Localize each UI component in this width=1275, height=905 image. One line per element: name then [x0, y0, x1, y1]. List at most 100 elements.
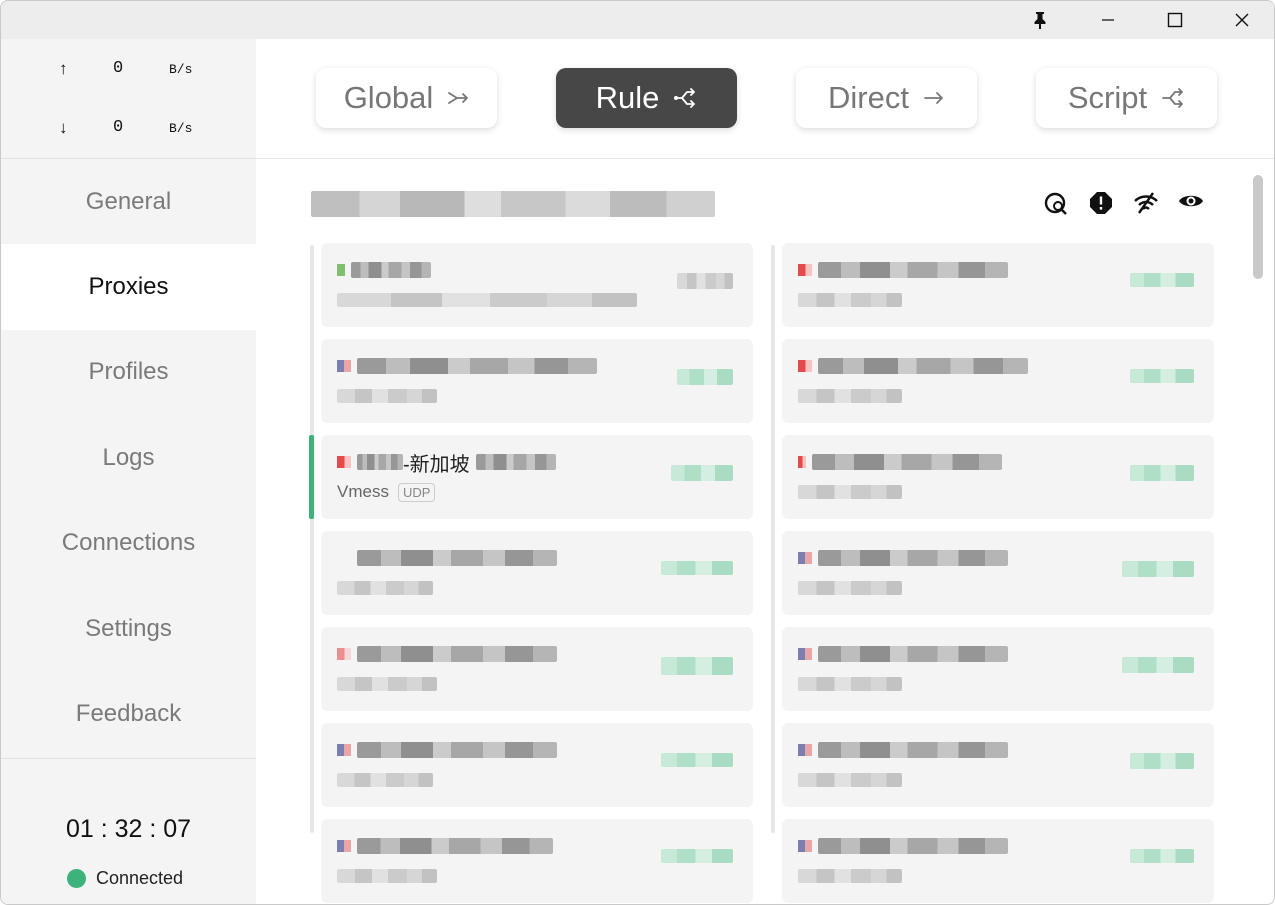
proxy-group-header[interactable]	[311, 185, 715, 221]
right-column-line	[771, 245, 775, 833]
proxy-meta-redacted	[337, 389, 437, 403]
proxy-name-redacted	[812, 454, 1002, 470]
proxy-name-redacted	[818, 742, 1008, 758]
latency-test-icon[interactable]	[1033, 191, 1078, 217]
proxy-card[interactable]	[782, 243, 1214, 327]
proxy-name-redacted	[357, 550, 557, 566]
app-window: ↑ 0 B/s ↓ 0 B/s General Proxies Profiles…	[0, 0, 1275, 905]
delay-redacted	[677, 369, 733, 385]
proxy-card[interactable]	[782, 435, 1214, 519]
sidebar-item-logs[interactable]: Logs	[1, 415, 256, 501]
selected-indicator	[309, 435, 314, 519]
flag-icon	[798, 648, 812, 660]
flag-icon	[798, 552, 812, 564]
proxy-card[interactable]	[321, 243, 753, 327]
delay-redacted	[1130, 273, 1194, 287]
proxy-meta-redacted	[798, 869, 902, 883]
rule-mode-button[interactable]: Rule	[556, 68, 737, 128]
delay-redacted	[1130, 465, 1194, 481]
proxy-name-tail-redacted	[475, 454, 556, 470]
direct-mode-button[interactable]: Direct	[796, 68, 977, 128]
proxy-name-redacted	[357, 742, 557, 758]
proxy-card[interactable]	[782, 339, 1214, 423]
direct-mode-icon	[923, 89, 945, 107]
upload-arrow-icon: ↑	[59, 59, 68, 78]
sidebar-item-profiles[interactable]: Profiles	[1, 329, 256, 415]
pin-icon[interactable]	[1017, 1, 1063, 39]
global-mode-icon	[447, 89, 469, 107]
eye-icon[interactable]	[1168, 191, 1213, 217]
flag-icon	[337, 648, 351, 660]
sidebar-item-connections[interactable]: Connections	[1, 500, 256, 586]
proxy-card[interactable]	[321, 531, 753, 615]
proxy-card-selected[interactable]: -新加坡 Vmess UDP	[309, 435, 753, 519]
udp-tag: UDP	[397, 482, 436, 502]
proxy-card[interactable]	[321, 819, 753, 903]
left-column-line	[310, 245, 314, 833]
delay-redacted	[661, 561, 733, 575]
flag-icon	[798, 840, 812, 852]
flag-icon	[337, 264, 345, 276]
flag-icon	[798, 744, 812, 756]
sidebar-item-proxies[interactable]: Proxies	[1, 244, 256, 330]
delay-redacted	[671, 465, 733, 481]
rule-mode-label: Rule	[595, 80, 660, 115]
proxy-card[interactable]	[782, 723, 1214, 807]
script-mode-label: Script	[1067, 80, 1148, 115]
upload-unit: B/s	[169, 62, 193, 77]
rule-mode-icon	[673, 88, 697, 108]
sidebar-item-general[interactable]: General	[1, 159, 256, 245]
flag-icon	[798, 360, 812, 372]
script-mode-icon	[1161, 88, 1185, 108]
status-dot-icon	[67, 869, 86, 888]
delay-redacted	[1130, 369, 1194, 383]
sidebar-item-settings[interactable]: Settings	[1, 586, 256, 672]
proxy-card[interactable]	[782, 627, 1214, 711]
proxy-name-prefix-redacted	[357, 454, 403, 470]
download-arrow-icon: ↓	[59, 118, 68, 137]
uptime-timer: 01 : 32 : 07	[65, 815, 192, 843]
scrollbar[interactable]	[1253, 175, 1263, 279]
sidebar: ↑ 0 B/s ↓ 0 B/s General Proxies Profiles…	[1, 39, 256, 904]
minimize-icon[interactable]	[1085, 1, 1131, 39]
close-icon[interactable]	[1219, 1, 1265, 39]
delay-redacted	[661, 849, 733, 863]
delay-redacted	[661, 753, 733, 767]
proxy-name-redacted	[818, 550, 1008, 566]
proxy-card[interactable]	[321, 627, 753, 711]
global-mode-label: Global	[343, 80, 434, 115]
proxy-card[interactable]	[321, 339, 753, 423]
title-bar	[1, 1, 1274, 39]
flag-icon	[337, 456, 351, 468]
proxy-name-redacted	[357, 646, 557, 662]
script-mode-button[interactable]: Script	[1036, 68, 1217, 128]
proxy-card[interactable]	[321, 723, 753, 807]
wifi-icon[interactable]	[1123, 191, 1168, 217]
alert-icon[interactable]	[1078, 191, 1123, 217]
proxy-name-redacted	[357, 838, 553, 854]
proxy-content: -新加坡 Vmess UDP	[256, 159, 1274, 904]
proxy-card[interactable]	[782, 531, 1214, 615]
proxy-meta-redacted	[337, 869, 437, 883]
maximize-icon[interactable]	[1152, 1, 1198, 39]
download-speed: ↓ 0 B/s	[1, 118, 256, 138]
proxy-meta-redacted	[337, 677, 437, 691]
proxy-name-redacted	[818, 358, 1028, 374]
proxy-name-redacted	[818, 646, 1008, 662]
delay-redacted	[1130, 753, 1194, 769]
mode-bar: Global Rule Direct Script	[256, 39, 1274, 159]
proxy-card[interactable]	[782, 819, 1214, 903]
delay-redacted	[1122, 561, 1194, 577]
delay-redacted	[677, 273, 733, 289]
proxy-meta-redacted	[337, 293, 637, 307]
proxy-name-redacted	[357, 358, 597, 374]
upload-speed: ↑ 0 B/s	[1, 59, 256, 79]
global-mode-button[interactable]: Global	[316, 68, 497, 128]
proxy-meta-redacted	[798, 581, 902, 595]
proxy-meta-redacted	[798, 677, 902, 691]
proxy-meta-redacted	[798, 773, 902, 787]
proxy-meta-redacted	[337, 773, 433, 787]
flag-icon	[337, 360, 351, 372]
sidebar-item-feedback[interactable]: Feedback	[1, 671, 256, 757]
proxy-meta-redacted	[798, 293, 902, 307]
